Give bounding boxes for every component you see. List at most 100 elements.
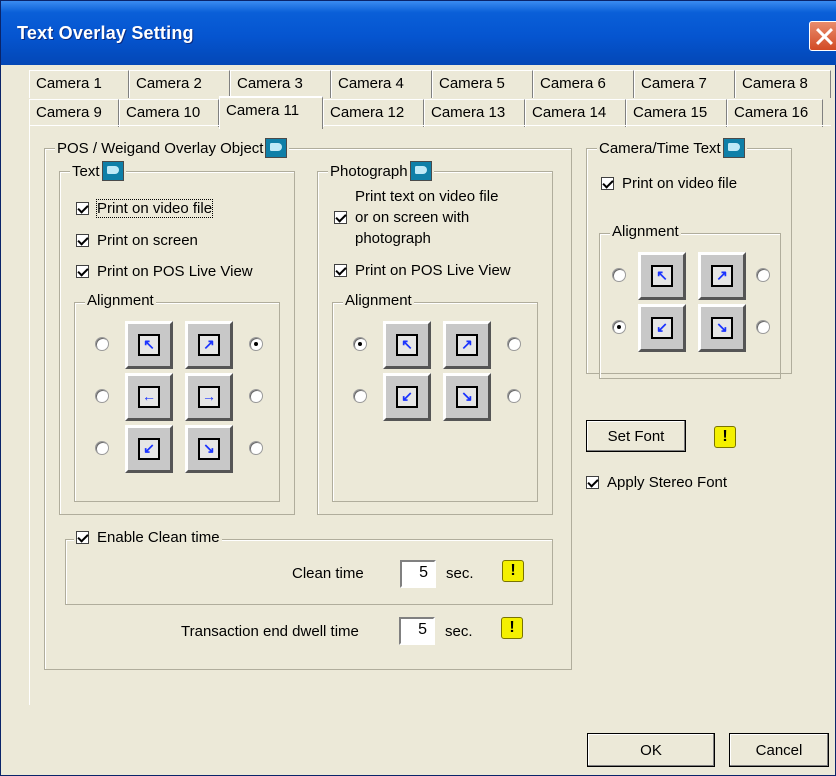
tab-camera[interactable]: Camera 2: [129, 70, 230, 98]
tab-camera[interactable]: Camera 4: [331, 70, 432, 98]
arrow-left-icon: ←: [138, 386, 160, 408]
tab-camera[interactable]: Camera 1: [29, 70, 129, 98]
checkbox-box[interactable]: [76, 531, 89, 544]
align-radio-bottom-right[interactable]: [249, 441, 263, 455]
align-bottom-left-button[interactable]: ↙: [125, 425, 173, 473]
align-top-right-button[interactable]: ↗: [185, 321, 233, 369]
checkbox-label: Print on POS Live View: [97, 263, 253, 280]
tab-camera[interactable]: Camera 10: [119, 99, 219, 127]
hand-pointer-icon[interactable]: [265, 138, 288, 158]
checkbox-label: Print on video file: [622, 175, 738, 192]
arrow-down-left-icon: ↙: [138, 438, 160, 460]
label-line: photograph: [355, 230, 431, 247]
tab-camera[interactable]: Camera 11: [219, 96, 323, 129]
checkbox-box[interactable]: [76, 202, 89, 215]
photo-align-radio-top-right[interactable]: [507, 337, 521, 351]
clean-time-unit: sec.: [446, 565, 474, 582]
print-on-screen-checkbox[interactable]: Print on screen: [76, 232, 198, 249]
label-line: Print text on video file: [355, 188, 499, 205]
tab-camera[interactable]: Camera 5: [432, 70, 533, 98]
camera-align-top-right-button[interactable]: ↗: [698, 252, 746, 300]
align-radio-middle-right[interactable]: [249, 389, 263, 403]
warning-icon[interactable]: !: [502, 560, 524, 582]
checkbox-box[interactable]: [76, 234, 89, 247]
label-line: or on screen with: [355, 209, 470, 226]
checkbox-box[interactable]: [334, 211, 347, 224]
align-middle-left-button[interactable]: ←: [125, 373, 173, 421]
photo-align-radio-bottom-right[interactable]: [507, 389, 521, 403]
text-group-title: Text: [72, 162, 100, 180]
align-radio-top-right[interactable]: [249, 337, 263, 351]
camera-align-top-left-button[interactable]: ↖: [638, 252, 686, 300]
tab-row-2: Camera 9 Camera 10 Camera 11 Camera 12 Camer…: [29, 96, 823, 129]
hand-pointer-icon[interactable]: [409, 161, 432, 181]
align-bottom-right-button[interactable]: ↘: [185, 425, 233, 473]
photo-alignment-group: Alignment ↖ ↗ ↙ ↘: [332, 292, 538, 502]
arrow-up-right-icon: ↗: [198, 334, 220, 356]
camera-align-radio-bottom-left[interactable]: [612, 320, 626, 334]
align-radio-middle-left[interactable]: [95, 389, 109, 403]
camera-align-bottom-left-button[interactable]: ↙: [638, 304, 686, 352]
tab-camera[interactable]: Camera 13: [424, 99, 525, 127]
tab-camera[interactable]: Camera 9: [29, 99, 119, 127]
checkbox-box[interactable]: [76, 265, 89, 278]
print-on-pos-live-view-checkbox[interactable]: Print on POS Live View: [76, 263, 253, 280]
photo-align-top-left-button[interactable]: ↖: [383, 321, 431, 369]
tab-camera[interactable]: Camera 8: [735, 70, 831, 98]
tab-camera[interactable]: Camera 7: [634, 70, 735, 98]
cancel-button[interactable]: Cancel: [729, 733, 829, 767]
camera-align-radio-bottom-right[interactable]: [756, 320, 770, 334]
apply-stereo-font-checkbox[interactable]: Apply Stereo Font: [586, 474, 727, 491]
dialog-window: Text Overlay Setting Camera 1 Camera 2 Cam…: [0, 0, 836, 776]
align-radio-top-left[interactable]: [95, 337, 109, 351]
camera-time-group-title: Camera/Time Text: [599, 139, 721, 157]
tab-camera[interactable]: Camera 16: [727, 99, 823, 127]
align-radio-bottom-left[interactable]: [95, 441, 109, 455]
arrow-up-right-icon: ↗: [456, 334, 478, 356]
tab-row-1: Camera 1 Camera 2 Camera 3 Camera 4 Camera 5…: [29, 70, 831, 98]
tab-camera[interactable]: Camera 6: [533, 70, 634, 98]
camera-print-on-video-file-checkbox[interactable]: Print on video file: [601, 175, 737, 192]
checkbox-label: Apply Stereo Font: [607, 474, 728, 491]
checkbox-box[interactable]: [334, 264, 347, 277]
tab-camera[interactable]: Camera 15: [626, 99, 727, 127]
photo-align-radio-top-left[interactable]: [353, 337, 367, 351]
checkbox-box[interactable]: [586, 476, 599, 489]
arrow-up-right-icon: ↗: [711, 265, 733, 287]
checkbox-box[interactable]: [601, 177, 614, 190]
print-on-video-file-checkbox[interactable]: Print on video file: [76, 199, 214, 218]
dwell-time-unit: sec.: [445, 623, 473, 640]
title-bar[interactable]: Text Overlay Setting: [1, 1, 836, 65]
arrow-down-right-icon: ↘: [711, 317, 733, 339]
dwell-time-input[interactable]: 5: [399, 617, 435, 645]
align-top-left-button[interactable]: ↖: [125, 321, 173, 369]
photo-align-bottom-right-button[interactable]: ↘: [443, 373, 491, 421]
arrow-up-left-icon: ↖: [396, 334, 418, 356]
enable-clean-time-checkbox[interactable]: Enable Clean time: [76, 529, 220, 546]
camera-align-radio-top-left[interactable]: [612, 268, 626, 282]
tab-camera[interactable]: Camera 14: [525, 99, 626, 127]
print-text-photograph-checkbox[interactable]: Print text on video file or on screen wi…: [334, 186, 498, 249]
set-font-button[interactable]: Set Font: [586, 420, 686, 452]
camera-time-text-group: Camera/Time Text Print on video file Ali…: [586, 138, 792, 379]
ok-button[interactable]: OK: [587, 733, 715, 767]
alignment-title: Alignment: [87, 292, 154, 309]
checkbox-label: Print on POS Live View: [355, 262, 511, 279]
tab-camera[interactable]: Camera 12: [323, 99, 424, 127]
photo-align-radio-bottom-left[interactable]: [353, 389, 367, 403]
warning-icon[interactable]: !: [714, 426, 736, 448]
photo-align-top-right-button[interactable]: ↗: [443, 321, 491, 369]
camera-align-radio-top-right[interactable]: [756, 268, 770, 282]
align-middle-right-button[interactable]: →: [185, 373, 233, 421]
camera-align-bottom-right-button[interactable]: ↘: [698, 304, 746, 352]
close-icon[interactable]: [809, 21, 836, 51]
warning-icon[interactable]: !: [501, 617, 523, 639]
hand-pointer-icon[interactable]: [722, 138, 745, 158]
tab-camera[interactable]: Camera 3: [230, 70, 331, 98]
window-title: Text Overlay Setting: [17, 23, 194, 43]
clean-time-input[interactable]: 5: [400, 560, 436, 588]
hand-pointer-icon[interactable]: [101, 161, 124, 181]
photo-print-on-pos-live-view-checkbox[interactable]: Print on POS Live View: [334, 262, 511, 279]
checkbox-label: Print on screen: [97, 232, 198, 249]
photo-align-bottom-left-button[interactable]: ↙: [383, 373, 431, 421]
